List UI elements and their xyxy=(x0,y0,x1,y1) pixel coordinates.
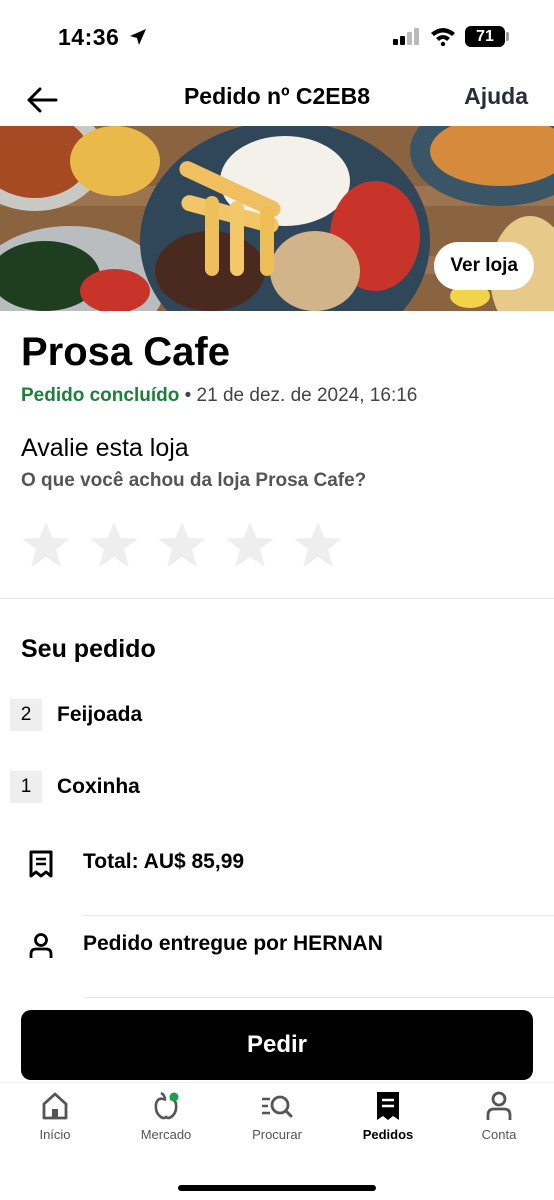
tab-label: Procurar xyxy=(252,1127,302,1142)
item-name: Coxinha xyxy=(57,775,140,798)
tab-label: Mercado xyxy=(140,1127,192,1142)
order-meta: Pedido concluído • 21 de dez. de 2024, 1… xyxy=(21,385,417,407)
receipt-icon xyxy=(28,850,54,878)
status-time: 14:36 xyxy=(58,24,120,50)
nav-header: Pedido nº C2EB8 Ajuda xyxy=(0,72,554,126)
star-icon[interactable] xyxy=(225,521,275,569)
star-rating xyxy=(21,521,343,569)
reorder-button[interactable]: Pedir xyxy=(21,1010,533,1080)
order-item: 1 Coxinha xyxy=(10,771,140,803)
battery-tip xyxy=(506,32,509,41)
order-total: Total: AU$ 85,99 xyxy=(83,850,245,873)
home-indicator xyxy=(178,1185,376,1191)
delivered-by-row: Pedido entregue por HERNAN xyxy=(0,916,554,998)
tab-label: Conta xyxy=(481,1127,517,1142)
receipt-icon xyxy=(333,1091,443,1121)
person-icon xyxy=(28,932,54,960)
section-divider xyxy=(0,598,554,599)
star-icon[interactable] xyxy=(89,521,139,569)
delivered-by: Pedido entregue por HERNAN xyxy=(83,932,383,955)
item-quantity: 2 xyxy=(10,699,42,731)
tab-pedidos[interactable]: Pedidos xyxy=(333,1091,443,1151)
search-icon xyxy=(222,1091,332,1121)
tab-conta[interactable]: Conta xyxy=(444,1091,554,1151)
view-store-button[interactable]: Ver loja xyxy=(434,242,534,290)
battery-icon: 71 xyxy=(465,26,505,47)
store-hero-image: Ver loja xyxy=(0,126,554,311)
rate-store-subtitle: O que você achou da loja Prosa Cafe? xyxy=(21,470,367,491)
star-icon[interactable] xyxy=(293,521,343,569)
row-divider xyxy=(83,997,554,998)
location-arrow-icon xyxy=(128,27,148,52)
order-date: • 21 de dez. de 2024, 16:16 xyxy=(179,385,418,406)
bottom-tab-bar: Início Mercado Procurar Pedidos Conta xyxy=(0,1083,554,1200)
item-name: Feijoada xyxy=(57,703,143,726)
order-item: 2 Feijoada xyxy=(10,699,142,731)
help-link[interactable]: Ajuda xyxy=(464,83,528,110)
rate-store-title: Avalie esta loja xyxy=(21,434,189,462)
status-bar: 14:36 71 xyxy=(0,0,554,72)
tab-label: Início xyxy=(39,1127,71,1142)
order-total-row: Total: AU$ 85,99 xyxy=(0,834,554,916)
star-icon[interactable] xyxy=(21,521,71,569)
grocery-icon xyxy=(111,1091,221,1121)
tab-label: Pedidos xyxy=(362,1127,414,1142)
order-section-title: Seu pedido xyxy=(21,635,156,663)
tab-mercado[interactable]: Mercado xyxy=(111,1091,221,1151)
store-name: Prosa Cafe xyxy=(21,330,230,374)
order-status: Pedido concluído xyxy=(21,385,180,406)
tab-procurar[interactable]: Procurar xyxy=(222,1091,332,1151)
cellular-signal-icon xyxy=(393,28,421,50)
person-icon xyxy=(444,1091,554,1121)
star-icon[interactable] xyxy=(157,521,207,569)
tab-inicio[interactable]: Início xyxy=(0,1091,110,1151)
wifi-icon xyxy=(430,26,456,51)
home-icon xyxy=(0,1091,110,1121)
item-quantity: 1 xyxy=(10,771,42,803)
